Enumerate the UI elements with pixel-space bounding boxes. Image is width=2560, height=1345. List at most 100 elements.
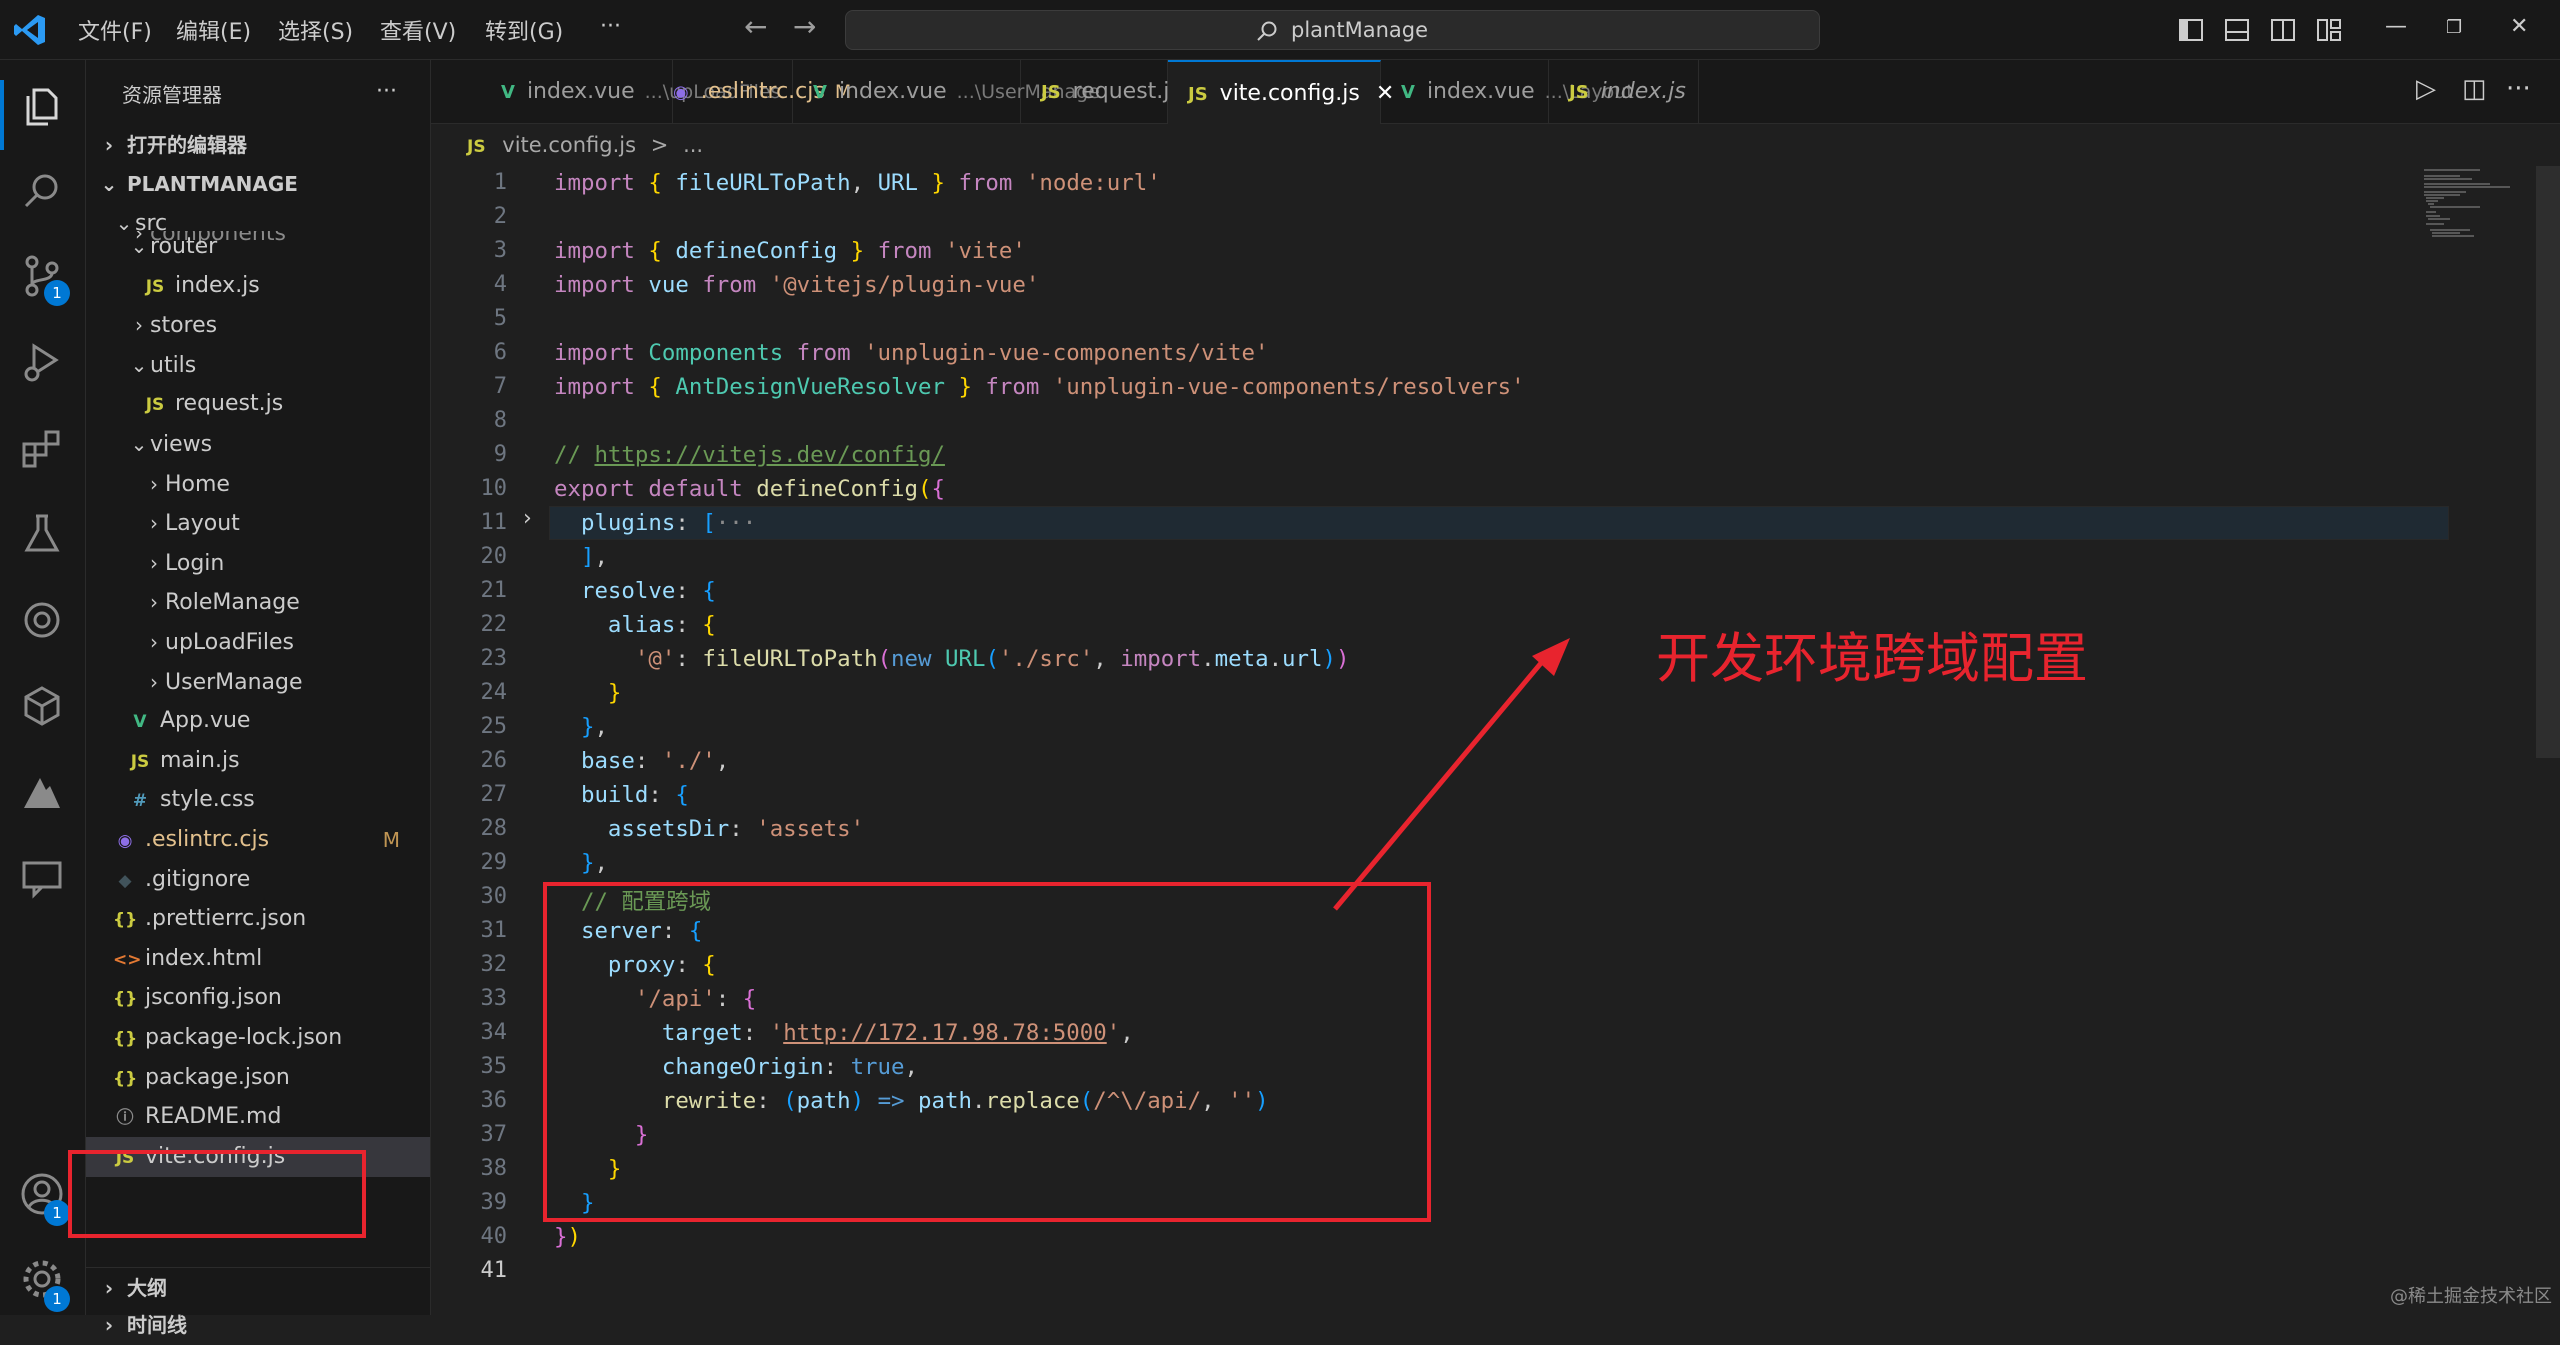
menu-file[interactable]: 文件(F) xyxy=(78,14,152,46)
tree-item[interactable]: JS index.js xyxy=(86,266,430,306)
back-arrow-icon[interactable]: ← xyxy=(744,10,767,43)
search-icon[interactable] xyxy=(18,168,66,216)
menu-edit[interactable]: 编辑(E) xyxy=(176,14,251,46)
project-section[interactable]: ⌄ PLANTMANAGE xyxy=(86,164,430,204)
open-editors-section[interactable]: › 打开的编辑器 xyxy=(86,125,430,165)
tree-item[interactable]: › UserManage xyxy=(86,662,430,702)
menu-selection[interactable]: 选择(S) xyxy=(278,14,353,46)
annotation-text: 开发环境跨域配置 xyxy=(1656,627,2088,690)
testing-flask-icon[interactable] xyxy=(18,510,66,558)
tree-item[interactable]: V App.vue xyxy=(86,701,430,741)
command-center-search[interactable]: plantManage xyxy=(845,10,1820,50)
editor-tab[interactable]: JS request.js xyxy=(1021,60,1181,123)
tree-item[interactable]: {} .prettierrc.json xyxy=(86,899,430,939)
close-window-icon[interactable]: ✕ xyxy=(2510,14,2528,39)
split-editor-icon[interactable]: ◫ xyxy=(2462,74,2487,104)
line-number: 11 xyxy=(480,510,508,535)
eslint-file-icon: ◉ xyxy=(117,831,133,851)
minimize-icon[interactable]: — xyxy=(2385,14,2407,39)
eslint-file-icon: ◉ xyxy=(673,82,689,103)
run-debug-icon[interactable] xyxy=(18,338,66,386)
toggle-primary-sidebar-icon[interactable] xyxy=(2178,17,2204,43)
json-file-icon: {} xyxy=(113,989,138,1010)
run-icon[interactable]: ▷ xyxy=(2416,74,2436,104)
tree-item[interactable]: {} jsconfig.json xyxy=(86,978,430,1018)
line-number: 26 xyxy=(480,748,508,773)
extensions-icon[interactable] xyxy=(18,424,66,472)
tree-item[interactable]: JS main.js xyxy=(86,741,430,781)
comments-icon[interactable] xyxy=(18,854,66,902)
tree-item[interactable]: › RoleManage xyxy=(86,582,430,622)
tree-item[interactable]: ⌄ utils xyxy=(86,345,430,385)
mountain-icon[interactable] xyxy=(18,768,66,816)
code-line: }, xyxy=(580,714,608,740)
source-control-badge: 1 xyxy=(44,280,70,306)
toggle-secondary-sidebar-icon[interactable] xyxy=(2270,17,2296,43)
editor-tab[interactable]: JS index.js xyxy=(1549,60,1699,123)
breadcrumb-file[interactable]: vite.config.js xyxy=(502,133,636,157)
line-number: 41 xyxy=(480,1258,508,1283)
code-line: plugins: [··· xyxy=(580,510,757,536)
vue-file-icon: V xyxy=(813,82,827,103)
breadcrumb-rest[interactable]: ... xyxy=(683,133,703,157)
js-file-icon: JS xyxy=(1041,82,1061,103)
tree-item[interactable]: › Login xyxy=(86,543,430,583)
restore-icon[interactable]: ❐ xyxy=(2446,17,2462,38)
more-actions-icon[interactable]: ··· xyxy=(2506,74,2531,104)
tree-item[interactable]: › Layout xyxy=(86,503,430,543)
tree-item[interactable]: # style.css xyxy=(86,780,430,820)
forward-arrow-icon[interactable]: → xyxy=(793,10,816,43)
line-number: 39 xyxy=(480,1190,508,1215)
explorer-icon[interactable] xyxy=(18,82,66,130)
tree-item[interactable]: {} package-lock.json xyxy=(86,1018,430,1058)
chevron-right-icon: › xyxy=(135,313,143,338)
tree-item[interactable]: › upLoadFiles xyxy=(86,622,430,662)
customize-layout-icon[interactable] xyxy=(2316,17,2342,43)
tree-item[interactable]: ⓘ README.md xyxy=(86,1097,430,1137)
menu-view[interactable]: 查看(V) xyxy=(380,14,456,46)
tree-item[interactable]: JS request.js xyxy=(86,384,430,424)
editor-tab[interactable]: Vindex.vue ...\upLoadFiles xyxy=(431,60,781,123)
code-editor[interactable]: 1 2 3 4 5 6 7 8 9 10 11 20 21 22 23 24 25 26 27 28 29 30 31 32 3… xyxy=(431,166,2560,1315)
chatgpt-icon[interactable] xyxy=(18,596,66,644)
chevron-right-icon: › xyxy=(150,511,158,536)
menu-more[interactable]: ··· xyxy=(600,14,621,39)
minimap[interactable] xyxy=(2420,166,2540,246)
editor-tab-bar: Vindex.vue ...\upLoadFiles ◉ .eslintrc.cjs M… xyxy=(431,60,2560,124)
line-number: 3 xyxy=(493,238,507,263)
tree-item[interactable]: › Home xyxy=(86,464,430,504)
accounts-badge: 1 xyxy=(44,1200,70,1226)
remote-explorer-icon[interactable] xyxy=(18,682,66,730)
tree-item[interactable]: ⌄ views xyxy=(86,424,430,464)
tab-label: index.js xyxy=(1600,79,1686,104)
fold-ellipsis[interactable]: ··· xyxy=(716,510,756,536)
code-line: resolve: { xyxy=(580,578,716,604)
tree-item[interactable]: JS vite.config.js xyxy=(86,1136,430,1177)
menu-go[interactable]: 转到(G) xyxy=(485,14,563,46)
js-file-icon: JS xyxy=(130,751,150,772)
tree-item[interactable]: {} package.json xyxy=(86,1058,430,1098)
timeline-section[interactable]: › 时间线 xyxy=(86,1305,430,1345)
editor-scrollbar[interactable] xyxy=(2536,166,2560,758)
tree-item[interactable]: <> index.html xyxy=(86,939,430,979)
chevron-right-icon: › xyxy=(104,133,114,157)
code-line: '@': fileURLToPath(new URL('./src', impo… xyxy=(634,646,1350,672)
fold-chevron-icon[interactable]: › xyxy=(523,506,532,531)
editor-tab[interactable]: JS vite.config.js ✕ xyxy=(1168,60,1394,124)
editor-tab[interactable]: Vindex.vue ...\Layout xyxy=(1381,60,1634,123)
tree-item[interactable]: ◉ .eslintrc.cjs M xyxy=(86,820,430,860)
js-file-icon: JS xyxy=(145,276,165,297)
outline-label: 大纲 xyxy=(126,1276,167,1300)
editor-tab[interactable]: Vindex.vue ...\UserManage xyxy=(793,60,1100,123)
outline-section[interactable]: › 大纲 xyxy=(86,1267,430,1307)
tree-item[interactable]: ◆ .gitignore xyxy=(86,860,430,900)
code-line: build: { xyxy=(580,782,689,808)
explorer-more-actions[interactable]: ··· xyxy=(376,72,416,112)
tree-item[interactable]: › stores xyxy=(86,305,430,345)
chevron-right-icon: › xyxy=(150,590,158,615)
toggle-panel-icon[interactable] xyxy=(2224,17,2250,43)
editor-tab[interactable]: ◉ .eslintrc.cjs M xyxy=(653,60,851,123)
tree-item-label: views xyxy=(150,432,213,457)
tree-item[interactable]: ⌄ router xyxy=(86,226,430,266)
line-number: 10 xyxy=(480,476,508,501)
